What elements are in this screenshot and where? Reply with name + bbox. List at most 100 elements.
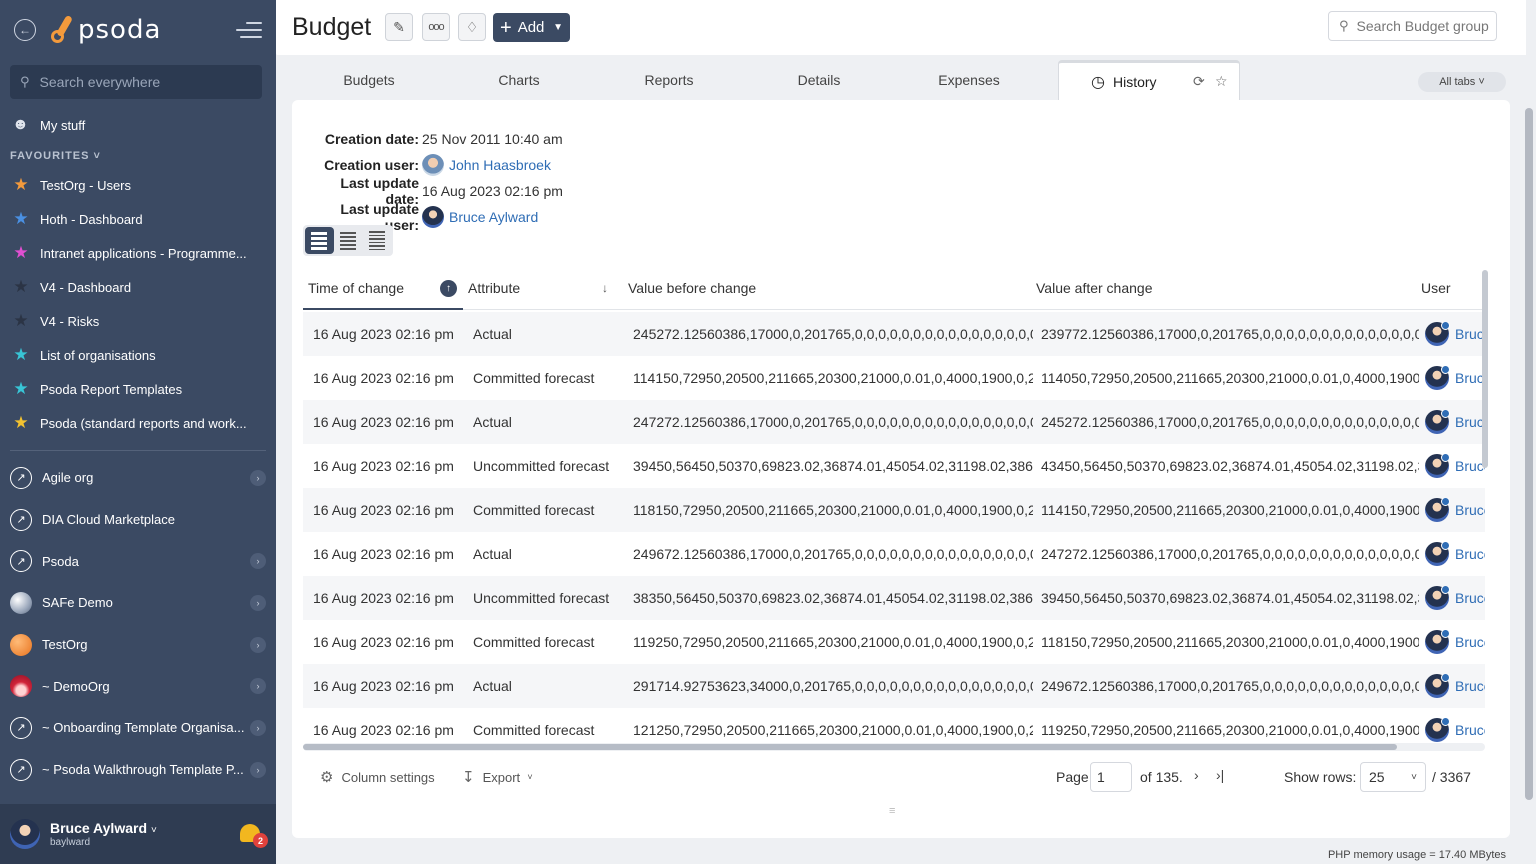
table-vertical-scrollbar[interactable] [1482, 270, 1488, 468]
psoda-logo[interactable]: psoda [50, 13, 161, 47]
page-number-input[interactable] [1090, 762, 1132, 792]
tab-reports[interactable]: Reports [594, 60, 744, 100]
resize-grip-icon[interactable]: ≡ [889, 805, 895, 817]
table-row[interactable]: 16 Aug 2023 02:16 pm Actual 291714.9275362… [303, 664, 1485, 708]
column-header-user[interactable]: User [1421, 280, 1451, 296]
my-stuff-link[interactable]: ☻ My stuff [0, 108, 276, 142]
organisation-item[interactable]: ↗ DIA Cloud Marketplace [0, 499, 276, 541]
chevron-right-icon[interactable]: › [250, 678, 266, 695]
tab-budgets[interactable]: Budgets [294, 60, 444, 100]
column-header-attribute[interactable]: Attribute [468, 280, 520, 296]
column-settings-button[interactable]: ⚙ Column settings [320, 768, 435, 786]
table-row[interactable]: 16 Aug 2023 02:16 pm Uncommitted forecast… [303, 444, 1485, 488]
favourite-item[interactable]: ★ Psoda (standard reports and work... [0, 406, 276, 440]
organisation-item[interactable]: ↗ Agile org › [0, 457, 276, 499]
table-row[interactable]: 16 Aug 2023 02:16 pm Committed forecast 12… [303, 708, 1485, 742]
favourite-item[interactable]: ★ TestOrg - Users [0, 168, 276, 202]
favourite-item[interactable]: ★ V4 - Dashboard [0, 270, 276, 304]
collapse-sidebar-icon[interactable] [236, 22, 262, 38]
favourite-item[interactable]: ★ Intranet applications - Programme... [0, 236, 276, 270]
density-normal-icon[interactable] [334, 227, 363, 254]
table-row[interactable]: 16 Aug 2023 02:16 pm Actual 249672.1256038… [303, 532, 1485, 576]
favourite-item[interactable]: ★ V4 - Risks [0, 304, 276, 338]
all-tabs-button[interactable]: All tabs ˅ [1418, 72, 1506, 92]
organisation-item[interactable]: ~ DemoOrg › [0, 665, 276, 707]
user-avatar [1425, 586, 1450, 610]
organisation-item[interactable]: SAFe Demo › [0, 582, 276, 624]
cell-user[interactable]: Bruce Aylward [1425, 630, 1485, 654]
user-link[interactable]: Bruce Aylward [1455, 546, 1485, 562]
cell-user[interactable]: Bruce Aylward [1425, 586, 1485, 610]
organisation-item[interactable]: ↗ ~ Psoda Walkthrough Template P... › [0, 749, 276, 791]
back-icon[interactable]: ← [14, 19, 36, 41]
edit-button[interactable]: ✎ [385, 13, 413, 41]
rows-per-page-select[interactable]: 25 ˅ [1360, 762, 1426, 792]
table-row[interactable]: 16 Aug 2023 02:16 pm Committed forecast 11… [303, 620, 1485, 664]
last-page-icon[interactable]: ›| [1216, 767, 1224, 783]
cell-user[interactable]: Bruce Aylward [1425, 366, 1485, 390]
density-compact-icon[interactable] [362, 227, 391, 254]
table-row[interactable]: 16 Aug 2023 02:16 pm Committed forecast 11… [303, 356, 1485, 400]
column-header-time[interactable]: Time of change [303, 268, 463, 310]
chevron-right-icon[interactable]: › [250, 553, 266, 570]
user-link[interactable]: Bruce Aylward [1455, 722, 1485, 738]
tab-history[interactable]: ◷ History ⟳ ☆ [1058, 60, 1240, 100]
chevron-right-icon[interactable]: › [250, 636, 266, 653]
favourites-heading[interactable]: FAVOURITES ˅ [0, 142, 276, 168]
favourite-item[interactable]: ★ Psoda Report Templates [0, 372, 276, 406]
last-update-user-link[interactable]: Bruce Aylward [449, 209, 538, 225]
creation-user-link[interactable]: John Haasbroek [449, 157, 551, 173]
table-horizontal-scrollbar[interactable] [303, 743, 1485, 751]
chevron-right-icon[interactable]: › [250, 469, 266, 486]
cell-user[interactable]: Bruce Aylward [1425, 498, 1485, 522]
organisation-item[interactable]: ↗ ~ Onboarding Template Organisa... › [0, 707, 276, 749]
table-row[interactable]: 16 Aug 2023 02:16 pm Committed forecast 11… [303, 488, 1485, 532]
add-button[interactable]: + Add ▼ [493, 13, 570, 42]
favourite-item[interactable]: ★ Hoth - Dashboard [0, 202, 276, 236]
tab-details[interactable]: Details [744, 60, 894, 100]
column-header-before[interactable]: Value before change [628, 280, 756, 296]
star-icon[interactable]: ☆ [1215, 73, 1228, 90]
user-link[interactable]: Bruce Aylward [1455, 414, 1485, 430]
cell-value-before: 118150,72950,20500,211665,20300,21000,0.… [633, 502, 1033, 518]
chevron-right-icon[interactable]: › [250, 761, 266, 778]
table-row[interactable]: 16 Aug 2023 02:16 pm Actual 245272.1256038… [303, 312, 1485, 356]
organisation-item[interactable]: ↗ Psoda › [0, 540, 276, 582]
density-comfortable-icon[interactable] [305, 227, 334, 254]
tab-expenses[interactable]: Expenses [894, 60, 1044, 100]
user-link[interactable]: Bruce Aylward [1455, 678, 1485, 694]
next-page-icon[interactable]: › [1194, 767, 1199, 783]
chevron-right-icon[interactable]: › [250, 719, 266, 736]
table-row[interactable]: 16 Aug 2023 02:16 pm Uncommitted forecast… [303, 576, 1485, 620]
refresh-icon[interactable]: ⟳ [1193, 73, 1205, 90]
organisation-item[interactable]: TestOrg › [0, 624, 276, 666]
user-link[interactable]: Bruce Aylward [1455, 458, 1485, 474]
sort-asc-icon[interactable]: ↑ [440, 280, 457, 297]
chevron-right-icon[interactable]: › [250, 594, 266, 611]
user-link[interactable]: Bruce Aylward [1455, 590, 1485, 606]
sort-arrow-down-icon[interactable]: ↓ [602, 281, 608, 295]
cell-user[interactable]: Bruce Aylward [1425, 410, 1485, 434]
cell-user[interactable]: Bruce Aylward [1425, 542, 1485, 566]
cell-user[interactable]: Bruce Aylward [1425, 718, 1485, 742]
budget-group-search-input[interactable]: ⚲ Search Budget group [1328, 11, 1497, 41]
cell-user[interactable]: Bruce Aylward [1425, 454, 1485, 478]
table-row[interactable]: 16 Aug 2023 02:16 pm Actual 247272.1256038… [303, 400, 1485, 444]
tab-charts[interactable]: Charts [444, 60, 594, 100]
user-link[interactable]: Bruce Aylward [1455, 502, 1485, 518]
page-vertical-scrollbar[interactable] [1525, 108, 1533, 800]
global-search-input[interactable]: ⚲ Search everywhere [10, 65, 262, 99]
notifications-button[interactable]: 2 [240, 822, 268, 848]
cell-user[interactable]: Bruce Aylward [1425, 322, 1485, 346]
search-icon: ⚲ [20, 74, 30, 89]
export-button[interactable]: ↧ Export ˅ [462, 768, 533, 786]
column-header-after[interactable]: Value after change [1036, 280, 1153, 296]
tag-button[interactable]: ♢ [458, 13, 486, 41]
cell-user[interactable]: Bruce Aylward [1425, 674, 1485, 698]
user-link[interactable]: Bruce Aylward [1455, 326, 1485, 342]
more-options-button[interactable]: ooo [422, 13, 450, 41]
user-link[interactable]: Bruce Aylward [1455, 634, 1485, 650]
user-link[interactable]: Bruce Aylward [1455, 370, 1485, 386]
user-bar[interactable]: Bruce Aylward ˅ baylward 2 [0, 804, 276, 864]
favourite-item[interactable]: ★ List of organisations [0, 338, 276, 372]
